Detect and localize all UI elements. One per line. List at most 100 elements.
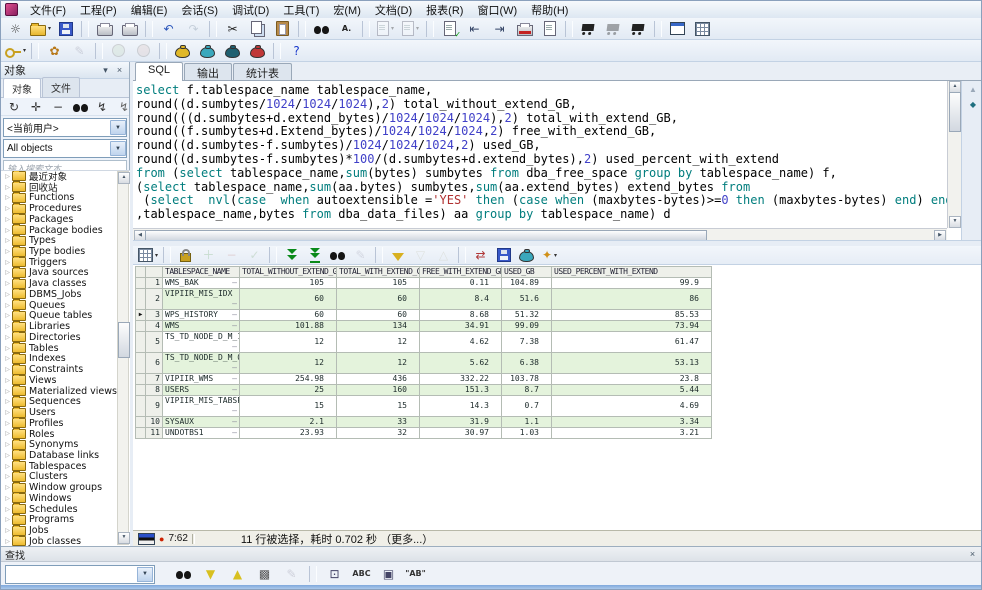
scroll-thumb[interactable]	[949, 92, 961, 132]
tree-item-package-bodies[interactable]: ▷Package bodies	[1, 225, 130, 236]
row-indicator-cell[interactable]	[136, 321, 146, 332]
menu-item-debug[interactable]: 调试(D)	[225, 1, 276, 19]
cell-popup-button[interactable]: –	[232, 342, 237, 352]
cell-total_without_extend_gb[interactable]: 23.93	[240, 428, 337, 439]
cell-free_with_extend_gb[interactable]: 4.62	[420, 332, 502, 353]
editor-hscrollbar[interactable]: ◀ ▶	[133, 228, 947, 240]
cell-used_gb[interactable]: 8.7	[502, 385, 552, 396]
tab-sql[interactable]: SQL	[135, 62, 183, 81]
cell-total_with_extend_gb[interactable]: 436	[337, 374, 420, 385]
menu-item-window[interactable]: 窗口(W)	[470, 1, 524, 19]
cell-total_without_extend_gb[interactable]: 101.88	[240, 321, 337, 332]
tree-item-database-links[interactable]: ▷Database links	[1, 450, 130, 461]
tree-item-users[interactable]: ▷Users	[1, 407, 130, 418]
lock-button[interactable]	[175, 246, 196, 264]
column-header-total_without_extend_gb[interactable]: TOTAL_WITHOUT_EXTEND_GB	[240, 267, 337, 278]
expander-icon[interactable]: ▷	[3, 398, 12, 405]
find-button[interactable]	[310, 19, 333, 39]
tab-statistics[interactable]: 统计表	[233, 63, 292, 80]
tree-item-libraries[interactable]: ▷Libraries	[1, 321, 130, 332]
cell-used_percent_with_extend[interactable]: 3.21	[552, 428, 712, 439]
cell-free_with_extend_gb[interactable]: 8.4	[420, 289, 502, 310]
row-indicator-cell[interactable]	[136, 289, 146, 310]
cell-tablespace-name[interactable]: WMS_BAK–	[163, 278, 240, 289]
document-button[interactable]	[538, 19, 561, 39]
print-preview-button[interactable]	[118, 19, 141, 39]
cell-total_with_extend_gb[interactable]: 60	[337, 310, 420, 321]
single-record-view-button[interactable]: ⇄	[470, 246, 491, 264]
tree-item-window-groups[interactable]: ▷Window groups	[1, 482, 130, 493]
cell-free_with_extend_gb[interactable]: 151.3	[420, 385, 502, 396]
tree-item-packages[interactable]: ▷Packages	[1, 214, 130, 225]
cell-popup-button[interactable]: –	[232, 385, 237, 395]
row-indicator-cell[interactable]	[136, 374, 146, 385]
expander-icon[interactable]: ▷	[3, 430, 12, 437]
edit-data-button[interactable]: ✎	[350, 246, 371, 264]
expander-icon[interactable]: ▷	[3, 463, 12, 470]
tree-item-tablespaces[interactable]: ▷Tablespaces	[1, 461, 130, 472]
menu-item-report[interactable]: 报表(R)	[419, 1, 470, 19]
expander-icon[interactable]: ▷	[3, 506, 12, 513]
outdent-button[interactable]: ⇥	[488, 19, 511, 39]
copy-button[interactable]	[246, 19, 269, 39]
cell-used_gb[interactable]: 104.89	[502, 278, 552, 289]
cell-total_with_extend_gb[interactable]: 160	[337, 385, 420, 396]
expander-icon[interactable]: ▷	[3, 302, 12, 309]
cell-tablespace-name[interactable]: WMS–	[163, 321, 240, 332]
menu-item-project[interactable]: 工程(P)	[73, 1, 124, 19]
search-in-window-button[interactable]: ⊡	[323, 564, 346, 584]
row-number-cell[interactable]: 7	[146, 374, 163, 385]
cell-used_percent_with_extend[interactable]: 5.44	[552, 385, 712, 396]
expander-icon[interactable]: ▷	[3, 248, 12, 255]
row-number-cell[interactable]: 1	[146, 278, 163, 289]
session-cyan-button[interactable]	[196, 41, 219, 61]
filter-data-button[interactable]	[387, 246, 408, 264]
column-header-used_gb[interactable]: USED_GB	[502, 267, 552, 278]
session-red-button[interactable]	[246, 41, 269, 61]
expander-icon[interactable]: ▷	[3, 473, 12, 480]
tree-item-recent-objects[interactable]: ▷最近对象	[1, 171, 130, 182]
editor-vscrollbar[interactable]: ▲ ▼	[947, 81, 961, 228]
menu-item-document[interactable]: 文档(D)	[368, 1, 419, 19]
expand-button[interactable]: ✛	[26, 98, 46, 115]
cart-remove-button[interactable]	[602, 19, 625, 39]
cell-total_without_extend_gb[interactable]: 105	[240, 278, 337, 289]
chevron-down-icon[interactable]: ▼	[110, 120, 126, 135]
save-button[interactable]	[54, 19, 77, 39]
cell-popup-button[interactable]: –	[232, 363, 237, 373]
cell-used_percent_with_extend[interactable]: 61.47	[552, 332, 712, 353]
menu-item-session[interactable]: 会话(S)	[174, 1, 225, 19]
expander-icon[interactable]: ▷	[3, 323, 12, 330]
column-header-total_with_extend_gb[interactable]: TOTAL_WITH_EXTEND_GB	[337, 267, 420, 278]
expander-icon[interactable]: ▷	[3, 495, 12, 502]
cell-popup-button[interactable]: –	[232, 417, 237, 427]
panel-close-button[interactable]: ×	[113, 64, 126, 76]
expander-icon[interactable]: ▷	[3, 355, 12, 362]
cell-used_gb[interactable]: 51.6	[502, 289, 552, 310]
cell-total_without_extend_gb[interactable]: 12	[240, 332, 337, 353]
cell-used_percent_with_extend[interactable]: 23.8	[552, 374, 712, 385]
expander-icon[interactable]: ▷	[3, 173, 12, 180]
tree-item-constraints[interactable]: ▷Constraints	[1, 364, 130, 375]
cell-total_with_extend_gb[interactable]: 12	[337, 332, 420, 353]
find-data-button[interactable]	[327, 246, 348, 264]
cell-popup-button[interactable]: –	[232, 310, 237, 320]
filter-button[interactable]: ↯	[92, 98, 112, 115]
break-icon[interactable]: ●	[159, 534, 164, 544]
find-input[interactable]: ▼	[5, 565, 155, 584]
tree-item-job-classes[interactable]: ▷Job classes	[1, 536, 130, 546]
cart-view-button[interactable]	[627, 19, 650, 39]
cell-free_with_extend_gb[interactable]: 8.68	[420, 310, 502, 321]
menu-item-file[interactable]: 文件(F)	[23, 1, 73, 19]
scroll-down-arrow[interactable]: ▼	[118, 532, 130, 544]
history-forward-button[interactable]: ▾	[399, 19, 422, 39]
tree-item-triggers[interactable]: ▷Triggers	[1, 257, 130, 268]
tree-item-tables[interactable]: ▷Tables	[1, 343, 130, 354]
history-back-button[interactable]: ▾	[374, 19, 397, 39]
cell-used_gb[interactable]: 1.03	[502, 428, 552, 439]
user-select[interactable]: <当前用户> ▼	[3, 118, 127, 137]
replace-button[interactable]: A.	[335, 19, 358, 39]
new-button[interactable]: ☼	[4, 19, 27, 39]
session-yellow-button[interactable]	[171, 41, 194, 61]
describe-button[interactable]: ✓	[438, 19, 461, 39]
